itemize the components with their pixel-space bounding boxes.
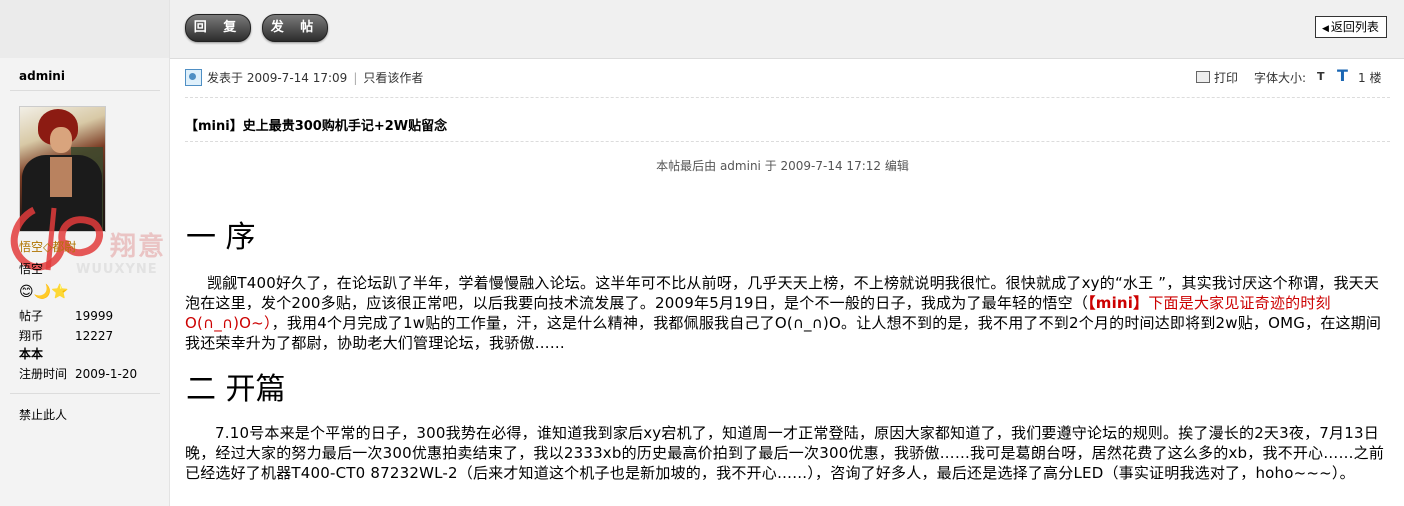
stat-laptop: 本本 (19, 345, 75, 362)
stat-value: 19999 (75, 309, 114, 323)
stat-coins: 翔币 12227 (19, 327, 113, 344)
divider (10, 90, 160, 91)
font-size-label: 字体大小: (1254, 71, 1307, 85)
stat-value: 12227 (75, 329, 114, 343)
username-link[interactable]: admini (19, 69, 65, 83)
only-author-link[interactable]: 只看该作者 (363, 71, 423, 85)
floor-number: 1 楼 (1358, 71, 1382, 85)
divider (10, 393, 160, 394)
new-post-button[interactable]: 发 帖 (262, 14, 328, 42)
edit-note: 本帖最后由 admini 于 2009-7-14 17:12 编辑 (656, 159, 909, 173)
post-meta: 发表于 2009-7-14 17:09 | 只看该作者 (207, 69, 423, 86)
back-to-list-button[interactable]: ◀ 返回列表 (1315, 16, 1387, 38)
post-author-icon (185, 69, 202, 86)
separator: | (353, 71, 358, 85)
printer-icon (1196, 71, 1210, 83)
avatar-face (50, 127, 72, 153)
stat-label: 本本 (19, 347, 44, 361)
stat-register-date: 注册时间 2009-1-20 (19, 365, 137, 382)
top-toolbar (170, 0, 1404, 59)
user-title: 悟空 (19, 262, 44, 276)
stat-posts: 帖子 19999 (19, 307, 113, 324)
reply-button[interactable]: 回 复 (185, 14, 251, 42)
divider (185, 97, 1390, 98)
watermark-subtext: WUUXYNE (76, 262, 158, 277)
post-title: 【mini】史上最贵300购机手记+2W贴留念 (185, 119, 448, 134)
print-label: 打印 (1214, 71, 1239, 85)
stat-label: 帖子 (19, 309, 44, 323)
chevron-left-icon: ◀ (1322, 24, 1329, 34)
stat-value: 2009-1-20 (75, 367, 138, 381)
font-large-button[interactable]: T (1337, 66, 1348, 85)
sidebar-top-band (0, 0, 169, 58)
stat-label: 注册时间 (19, 367, 68, 381)
font-small-button[interactable]: T (1317, 70, 1325, 83)
user-badges-icon: 😊🌙⭐ (19, 284, 69, 300)
watermark-text: 翔意 (110, 232, 167, 262)
mini-tag: 【mini】 (1088, 294, 1149, 312)
ban-user-link[interactable]: 禁止此人 (19, 406, 67, 423)
paragraph-text: ，我用4个月完成了1w贴的工作量，汗，这是什么精神，我都佩服我自己了O(∩_∩)… (185, 314, 1382, 352)
paragraph-opening: 7.10号本来是个平常的日子，300我势在必得，谁知道我到家后xy宕机了，知道周… (185, 424, 1385, 482)
avatar-chest (50, 157, 72, 197)
stat-label: 翔币 (19, 329, 44, 343)
divider (185, 141, 1390, 142)
print-link[interactable]: 打印 (1196, 69, 1238, 86)
post-time: 发表于 2009-7-14 17:09 (207, 71, 348, 85)
back-to-list-label: 返回列表 (1330, 20, 1379, 34)
paragraph-preface: 觊觎T400好久了，在论坛趴了半年，学着慢慢融入论坛。这半年可不比从前呀，几乎天… (185, 273, 1385, 353)
user-rank: 悟空◇都尉 (19, 240, 77, 254)
section-heading-preface: 一 序 (186, 220, 256, 255)
section-heading-opening: 二 开篇 (186, 372, 286, 407)
